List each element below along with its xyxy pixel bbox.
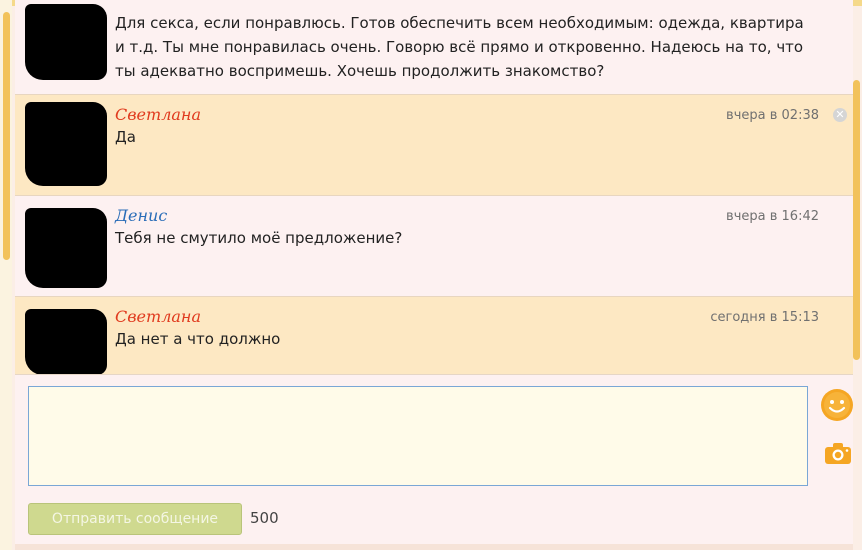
message-text: Для секса, если понравлюсь. Готов обеспе… <box>115 14 804 80</box>
smile-icon[interactable] <box>820 388 854 422</box>
left-scrollbar-thumb[interactable] <box>3 12 10 260</box>
chat-scrollbar-thumb[interactable] <box>853 80 860 360</box>
bottom-edge <box>15 544 853 550</box>
close-circle-icon[interactable]: ✕ <box>833 108 847 122</box>
avatar[interactable] <box>25 309 107 374</box>
avatar[interactable] <box>25 208 107 288</box>
message-time: вчера в 02:38 <box>726 108 819 123</box>
message-time: вчера в 16:42 <box>726 209 819 224</box>
camera-icon[interactable] <box>824 441 852 465</box>
message-time: сегодня в 15:13 <box>710 310 819 325</box>
compose-panel: Отправить сообщение 500 <box>15 374 853 545</box>
left-scrollbar[interactable] <box>0 0 12 550</box>
message-author[interactable]: Светлана <box>115 105 201 124</box>
message-item: Светлана сегодня в 15:13 Да нет а что до… <box>15 297 853 374</box>
message-list: Для секса, если понравлюсь. Готов обеспе… <box>15 0 853 374</box>
avatar[interactable] <box>25 4 107 80</box>
message-input[interactable] <box>28 386 808 486</box>
message-text: Да <box>115 128 136 146</box>
message-item: Светлана вчера в 02:38 ✕ Да <box>15 95 853 196</box>
message-item: Для секса, если понравлюсь. Готов обеспе… <box>15 0 853 95</box>
message-text: Тебя не смутило моё предложение? <box>115 229 403 247</box>
message-author[interactable]: Светлана <box>115 307 201 326</box>
send-message-button[interactable]: Отправить сообщение <box>28 503 242 535</box>
message-text: Да нет а что должно <box>115 330 281 348</box>
message-item: Денис вчера в 16:42 Тебя не смутило моё … <box>15 196 853 297</box>
avatar[interactable] <box>25 102 107 186</box>
char-counter: 500 <box>250 509 279 527</box>
message-author[interactable]: Денис <box>115 206 167 225</box>
